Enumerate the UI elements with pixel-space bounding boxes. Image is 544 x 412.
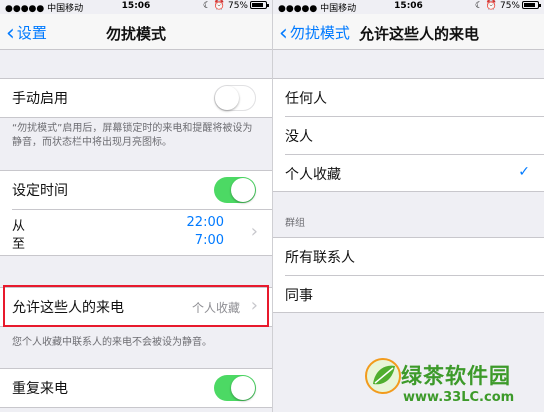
toggle-knob	[215, 86, 239, 110]
manual-group: 手动启用	[0, 78, 272, 118]
red-highlight-box	[3, 285, 269, 327]
nav-bar: ‹ 勿扰模式 允许这些人的来电	[273, 14, 544, 50]
status-right: ☾ ⏰ 75%	[474, 1, 541, 11]
watermark-title: 绿茶软件园	[401, 364, 511, 388]
battery-percent: 75%	[499, 1, 520, 11]
scheduled-toggle[interactable]	[214, 177, 256, 203]
page-title: 勿扰模式	[105, 25, 166, 43]
status-bar: ●●●●● 中国移动 15:06 ☾ ⏰ 75%	[273, 0, 544, 14]
toggle-knob	[231, 178, 255, 202]
to-label: 至	[12, 237, 26, 252]
chevron-right-icon: ›	[250, 221, 258, 242]
repeat-label: 重复来电	[12, 381, 68, 397]
manual-note: “勿扰模式”启用后，屏幕锁定时的来电和提醒将被设为静音，而状态栏中将出现月亮图标…	[12, 123, 253, 148]
option-no-one[interactable]: 没人	[273, 117, 544, 155]
leaf-logo-icon	[365, 358, 401, 394]
dnd-settings-panel: ●●●●● 中国移动 15:06 ☾ ⏰ 75% ‹ 设置 勿扰模式 手动启用 “…	[0, 0, 272, 412]
option-label: 个人收藏	[285, 167, 341, 183]
status-right: ☾ ⏰ 75%	[202, 1, 269, 11]
to-time: 7:00	[194, 233, 224, 248]
option-label: 没人	[285, 129, 313, 145]
groups-group: 所有联系人 同事	[273, 237, 544, 313]
chevron-left-icon: ‹	[279, 21, 288, 46]
group-colleagues[interactable]: 同事	[273, 276, 544, 314]
from-label: 从	[12, 219, 26, 234]
battery-percent: 75%	[227, 1, 248, 11]
group-all-contacts[interactable]: 所有联系人	[273, 238, 544, 276]
scheduled-row: 设定时间	[0, 171, 272, 209]
from-time: 22:00	[186, 215, 224, 230]
options-group: 任何人 没人 个人收藏 ✓	[273, 78, 544, 192]
manual-row: 手动启用	[0, 79, 272, 117]
option-label: 任何人	[285, 91, 327, 107]
alarm-icon: ⏰	[485, 1, 498, 11]
manual-toggle[interactable]	[214, 85, 256, 111]
status-bar: ●●●●● 中国移动 15:06 ☾ ⏰ 75%	[0, 0, 272, 14]
scheduled-label: 设定时间	[12, 183, 68, 199]
scheduled-group: 设定时间 从 至 22:00 7:00 ›	[0, 170, 272, 256]
checkmark-icon: ✓	[518, 164, 530, 180]
page-title: 允许这些人的来电	[359, 25, 480, 43]
repeat-toggle[interactable]	[214, 375, 256, 401]
group-label: 同事	[285, 288, 313, 304]
watermark: 绿茶软件园 www.33LC.com	[363, 356, 544, 412]
option-favorites[interactable]: 个人收藏 ✓	[273, 155, 544, 193]
back-label: 勿扰模式	[289, 24, 350, 42]
alarm-icon: ⏰	[213, 1, 226, 11]
group-label: 所有联系人	[285, 250, 355, 266]
manual-label: 手动启用	[12, 91, 68, 107]
time-range-row[interactable]: 从 至 22:00 7:00 ›	[0, 210, 272, 256]
moon-icon: ☾	[474, 1, 484, 11]
watermark-url: www.33LC.com	[403, 390, 515, 405]
allow-calls-note: 您个人收藏中联系人的来电不会被设为静音。	[12, 337, 212, 348]
repeat-row: 重复来电	[0, 369, 272, 407]
moon-icon: ☾	[202, 1, 212, 11]
battery-icon	[522, 1, 541, 9]
back-button[interactable]: ‹ 勿扰模式	[279, 21, 350, 46]
battery-icon	[250, 1, 269, 9]
option-anyone[interactable]: 任何人	[273, 79, 544, 117]
repeat-group: 重复来电	[0, 368, 272, 408]
toggle-knob	[231, 376, 255, 400]
allow-calls-panel: ●●●●● 中国移动 15:06 ☾ ⏰ 75% ‹ 勿扰模式 允许这些人的来电 …	[272, 0, 544, 412]
groups-header: 群组	[285, 218, 305, 229]
nav-bar: ‹ 设置 勿扰模式	[0, 14, 272, 50]
